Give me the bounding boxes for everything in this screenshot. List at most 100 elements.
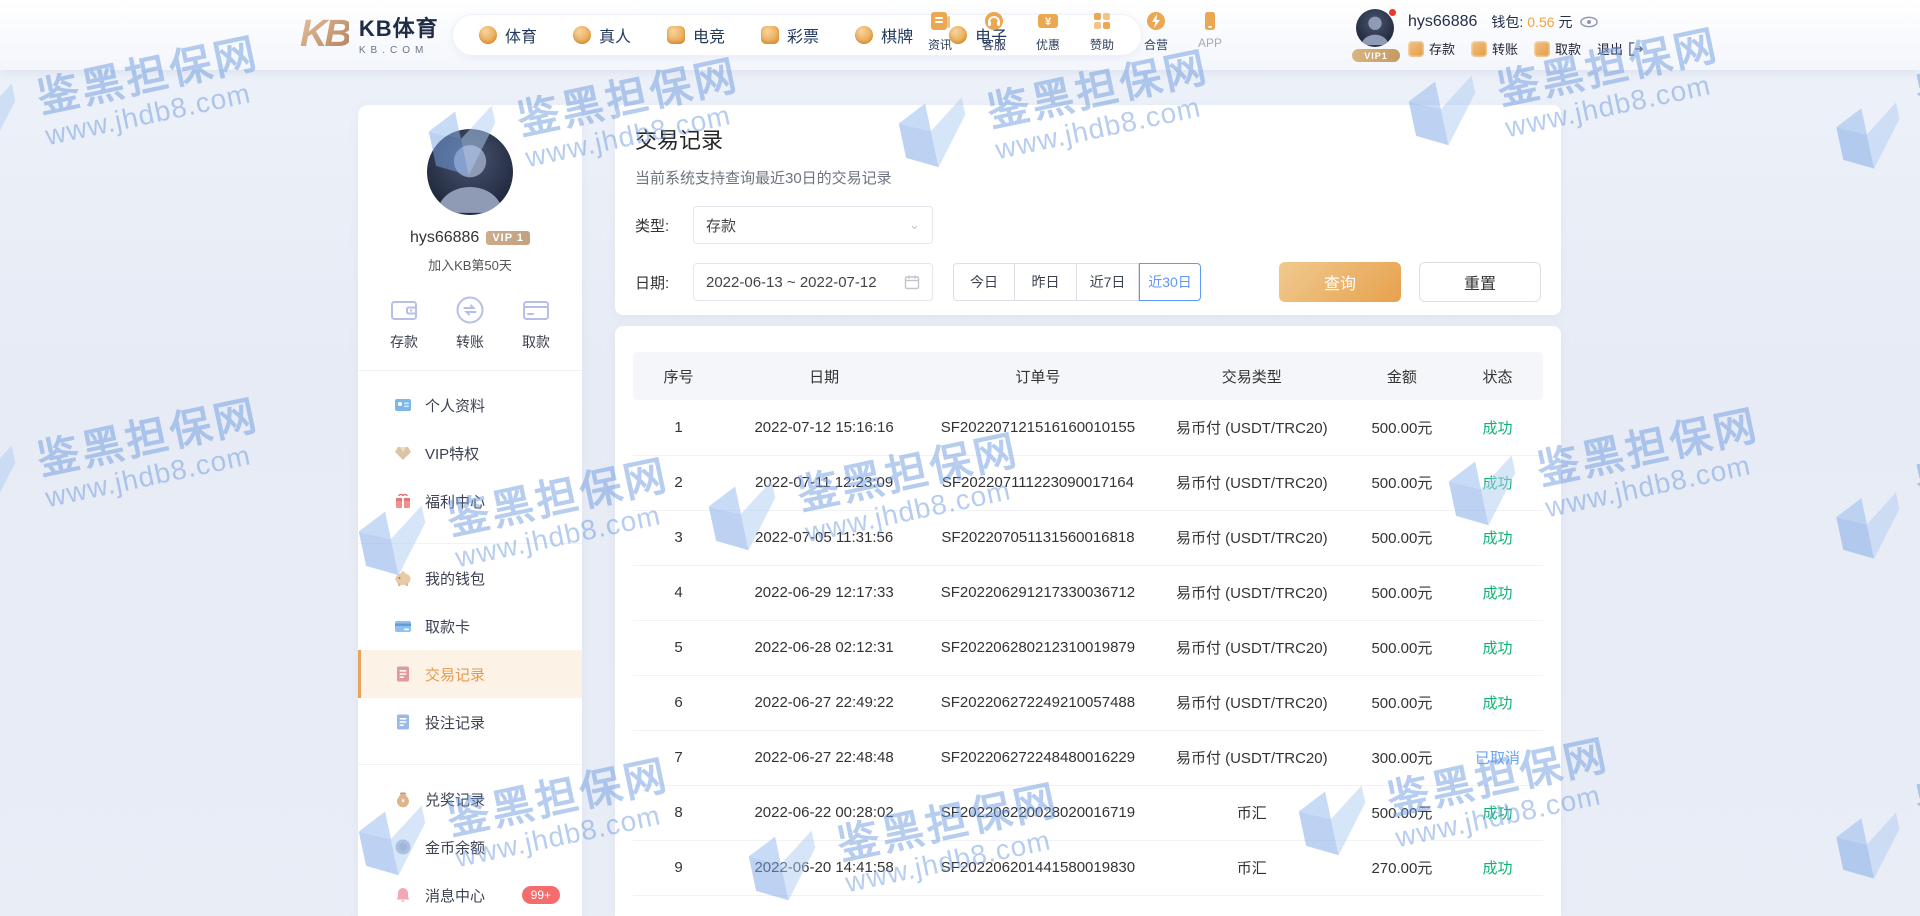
transfer-icon (1471, 40, 1488, 57)
range-7days-button[interactable]: 近7日 (1077, 263, 1139, 301)
col-date: 日期 (724, 352, 925, 400)
username: hys66886 (1408, 13, 1478, 30)
join-days-text: 加入KB第50天 (428, 258, 512, 273)
sidebar-item-betting-records[interactable]: 投注记录 (358, 698, 582, 746)
gift-icon (396, 493, 410, 508)
table-row: 9 2022-06-20 14:41:58 SF202206201441580019… (633, 840, 1543, 896)
divider (358, 764, 582, 765)
sports-icon (479, 26, 497, 44)
date-range-input[interactable]: 2022-06-13 ~ 2022-07-12 (693, 263, 933, 301)
headset-icon (985, 12, 1003, 30)
wallet-balance: 钱包: 0.56 元 (1491, 12, 1598, 32)
table-row: 8 2022-06-22 00:28:02 SF202206220028020016… (633, 785, 1543, 841)
col-status: 状态 (1451, 352, 1543, 400)
partner-shortcut[interactable]: 合营 (1136, 9, 1176, 53)
page-subtitle: 当前系统支持查询最近30日的交易记录 (635, 170, 892, 187)
transaction-table: 序号 日期 订单号 交易类型 金额 状态 1 2022-07-12 15:16:1… (633, 352, 1543, 896)
svg-text:¥: ¥ (1045, 16, 1052, 28)
logout-button[interactable]: 退出 (1597, 39, 1644, 58)
search-button[interactable]: 查询 (1279, 262, 1401, 302)
quick-transfer-button[interactable]: 转账 (454, 294, 486, 352)
status-badge: 成功 (1451, 675, 1543, 731)
date-label: 日期: (635, 274, 670, 292)
quick-withdraw-button[interactable]: 取款 (520, 294, 552, 352)
lottery-icon (761, 26, 780, 44)
exchange-icon (456, 296, 484, 324)
promo-shortcut[interactable]: ¥ 优惠 (1028, 9, 1068, 53)
chevron-down-icon: ⌄ (909, 217, 920, 232)
col-order: 订单号 (924, 352, 1152, 400)
diamond-icon (395, 447, 411, 460)
coin-icon (395, 839, 411, 855)
range-yesterday-button[interactable]: 昨日 (1015, 263, 1077, 301)
table-header-row: 序号 日期 订单号 交易类型 金额 状态 (633, 352, 1543, 400)
sidebar-item-prize-records[interactable]: ¥ 兑奖记录 (358, 775, 582, 823)
card-icon (395, 621, 411, 632)
reset-button[interactable]: 重置 (1419, 262, 1541, 302)
header-deposit-button[interactable]: 存款 (1408, 39, 1455, 58)
wallet-icon (391, 301, 417, 320)
table-row: 4 2022-06-29 12:17:33 SF202206291217330036… (633, 565, 1543, 621)
status-badge: 成功 (1451, 785, 1543, 841)
header-withdraw-button[interactable]: 取款 (1534, 39, 1581, 58)
watermark: 鉴黑担保网www.jhdb8.com (1819, 739, 1920, 916)
quick-deposit-button[interactable]: 存款 (388, 294, 420, 352)
table-row: 5 2022-06-28 02:12:31 SF202206280212310019… (633, 620, 1543, 676)
sidebar-item-messages[interactable]: 消息中心 99+ (358, 871, 582, 916)
live-casino-icon (573, 26, 592, 44)
range-today-button[interactable]: 今日 (953, 263, 1015, 301)
lightning-icon (1147, 12, 1165, 30)
user-block: VIP1 hys66886 钱包: 0.56 元 存款 转账 取款 退出 (1352, 5, 1682, 65)
sidebar-item-coin-balance[interactable]: 金币余额 (358, 823, 582, 871)
col-amount: 金额 (1351, 352, 1452, 400)
table-row: 3 2022-07-05 11:31:56 SF202207051131560016… (633, 510, 1543, 566)
status-badge: 成功 (1451, 565, 1543, 621)
eye-icon[interactable] (1579, 16, 1598, 28)
table-row: 7 2022-06-27 22:48:48 SF202206272248480016… (633, 730, 1543, 786)
unread-count-badge: 99+ (521, 886, 560, 904)
table-row: 1 2022-07-12 15:16:16 SF202207121516160010… (633, 400, 1543, 456)
piggy-bank-icon (395, 571, 411, 586)
esports-icon (667, 26, 686, 44)
app-shortcut[interactable]: APP (1190, 9, 1230, 53)
col-type: 交易类型 (1151, 352, 1352, 400)
date-range-presets: 今日 昨日 近7日 近30日 (953, 263, 1201, 301)
avatar[interactable] (427, 129, 513, 215)
withdraw-icon (1534, 40, 1551, 57)
header-transfer-button[interactable]: 转账 (1471, 39, 1518, 58)
status-badge: 成功 (1451, 455, 1543, 511)
news-shortcut[interactable]: 资讯 (920, 9, 960, 53)
nav-board-games[interactable]: 棋牌 (855, 23, 913, 47)
calendar-icon (904, 275, 920, 290)
logo-subtitle: KB.COM (358, 45, 429, 56)
sponsor-shortcut[interactable]: 赞助 (1082, 9, 1122, 53)
transaction-table-card: 序号 日期 订单号 交易类型 金额 状态 1 2022-07-12 15:16:1… (615, 326, 1561, 916)
sidebar-item-vip[interactable]: VIP特权 (358, 429, 582, 477)
status-badge: 成功 (1451, 400, 1543, 456)
sidebar-item-withdraw-card[interactable]: 取款卡 (358, 602, 582, 650)
sponsor-icon (1094, 13, 1110, 29)
table-row: 2 2022-07-11 12:23:09 SF202207111223090017… (633, 455, 1543, 511)
divider (358, 543, 582, 544)
money-bag-icon: ¥ (397, 792, 409, 808)
col-seq: 序号 (633, 352, 724, 400)
nav-sports[interactable]: 体育 (479, 23, 537, 47)
sidebar-item-welfare[interactable]: 福利中心 (358, 477, 582, 525)
support-shortcut[interactable]: 客服 (974, 9, 1014, 53)
type-select[interactable]: 存款 ⌄ (693, 206, 933, 244)
quick-actions: 存款 转账 取款 (358, 294, 582, 352)
sidebar-item-wallet[interactable]: 我的钱包 (358, 554, 582, 602)
table-row: 6 2022-06-27 22:49:22 SF202206272249210057… (633, 675, 1543, 731)
site-logo[interactable]: KB KB体育 KB.COM (300, 11, 439, 57)
nav-live-casino[interactable]: 真人 (573, 23, 631, 47)
range-30days-button[interactable]: 近30日 (1139, 263, 1201, 301)
page-title: 交易记录 (635, 128, 724, 153)
sidebar-item-profile[interactable]: 个人资料 (358, 381, 582, 429)
sidebar-item-transactions[interactable]: 交易记录 (358, 650, 582, 698)
divider (358, 370, 582, 371)
sidebar-username: hys66886 (409, 229, 480, 246)
nav-esports[interactable]: 电竞 (667, 23, 725, 47)
logo-title: KB体育 (358, 16, 439, 41)
nav-lottery[interactable]: 彩票 (761, 23, 819, 47)
coupon-icon: ¥ (1038, 14, 1058, 28)
